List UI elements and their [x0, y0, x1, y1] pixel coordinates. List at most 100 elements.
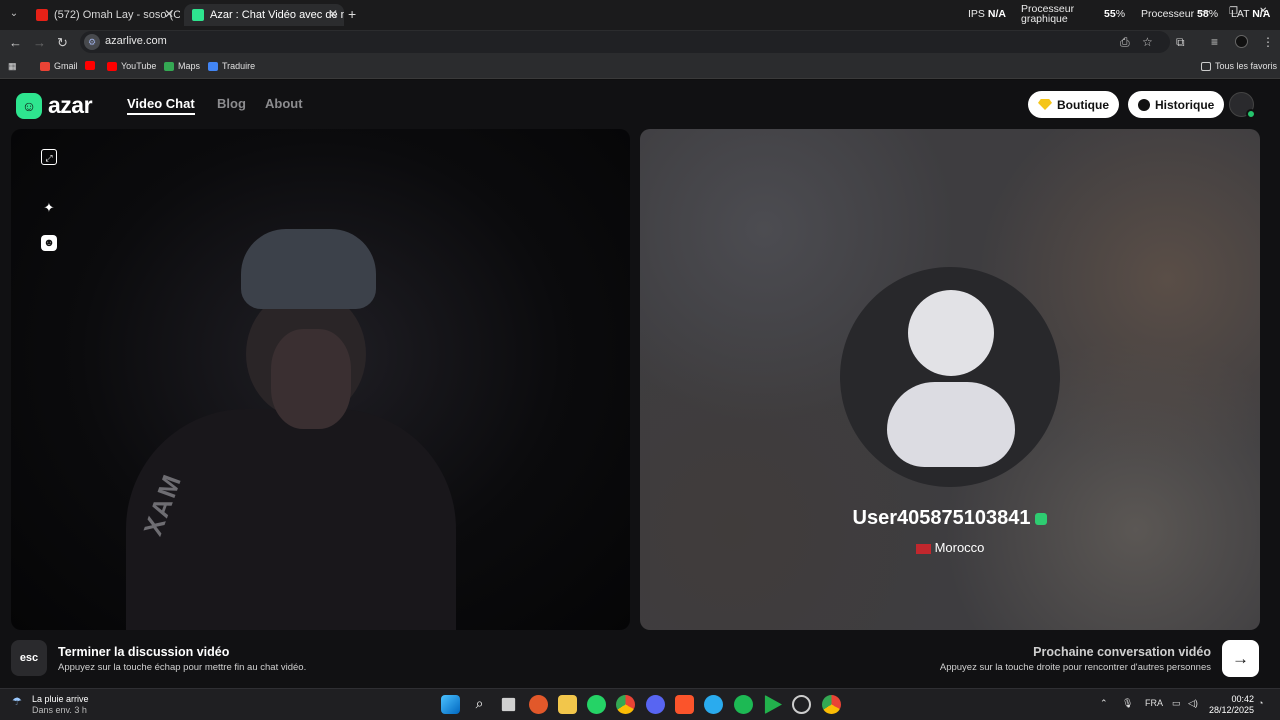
partner-country-text: Morocco — [934, 540, 985, 555]
translate-icon — [208, 61, 218, 71]
verified-badge-icon — [1035, 512, 1048, 525]
morocco-flag-icon — [915, 543, 931, 554]
azar-page: ☺ azar Video Chat Blog About Boutique Hi… — [0, 80, 1280, 688]
hud-gpu-unit: % — [1115, 8, 1126, 20]
tab-youtube[interactable]: (572) Omah Lay - soso (Offi ✕ — [28, 4, 180, 26]
azar-logo[interactable]: ☺ azar — [16, 92, 93, 119]
local-video-person: XAM — [126, 229, 456, 630]
windows-start-icon[interactable] — [441, 695, 460, 714]
hud-ips: IPS N/A — [968, 8, 1006, 20]
hud-gpu-label: Processeur graphique — [1021, 4, 1074, 25]
system-clock[interactable]: 00:42 28/12/2025 — [1209, 694, 1254, 716]
microphone-icon[interactable]: 🎙 — [1122, 698, 1133, 709]
effects-sparkle-icon[interactable]: ✦ — [41, 200, 57, 216]
hud-ips-value: N/A — [987, 8, 1006, 20]
all-bookmarks[interactable]: Tous les favoris — [1201, 61, 1277, 71]
notifications-icon[interactable]: ◔ — [1258, 698, 1263, 708]
bookmark-label: Gmail — [54, 61, 78, 71]
nav-video-chat[interactable]: Video Chat — [127, 96, 195, 115]
restore-icon[interactable]: ❐ — [1229, 6, 1238, 17]
gmail-icon — [40, 61, 50, 71]
bookmark-youtube-icon-only[interactable] — [85, 61, 95, 70]
forward-icon[interactable]: → — [33, 35, 46, 50]
url-text[interactable]: azarlive.com — [105, 35, 167, 47]
install-app-icon[interactable]: ⎙ — [1120, 35, 1130, 50]
partner-video-panel: User405875103841 Morocco — [640, 129, 1260, 630]
clock-icon — [1138, 98, 1150, 111]
close-tab-icon[interactable]: ✕ — [328, 7, 338, 21]
person-body — [126, 409, 456, 630]
partner-username-text: User405875103841 — [852, 507, 1031, 529]
extensions-icon[interactable]: ⧉ — [1176, 35, 1185, 50]
browser-toolbar: ← → ↻ ⚙ azarlive.com ⎙ ☆ ⧉ ≡ ⋮ — [0, 30, 1280, 55]
hud-cpu-unit: % — [1208, 8, 1219, 20]
back-icon[interactable]: ← — [9, 35, 22, 50]
youtube-icon — [107, 61, 117, 71]
search-icon[interactable]: ⌕ — [470, 695, 489, 714]
whatsapp-icon[interactable] — [587, 695, 606, 714]
minimize-icon[interactable]: — — [1199, 6, 1209, 17]
task-view-icon[interactable] — [501, 697, 516, 712]
chrome-icon[interactable] — [616, 695, 635, 714]
hud-ips-label: IPS — [968, 8, 985, 20]
historique-button[interactable]: Historique — [1128, 91, 1225, 118]
browser-titlebar: ⌄ (572) Omah Lay - soso (Offi ✕ Azar : C… — [0, 0, 1280, 30]
folder-icon — [1201, 61, 1211, 71]
person-cap — [241, 229, 376, 309]
volume-icon[interactable]: ◁) — [1188, 698, 1198, 709]
nav-blog[interactable]: Blog — [217, 96, 246, 111]
weather-title: La pluie arrive — [32, 694, 89, 704]
app-icon-circle[interactable] — [792, 695, 811, 714]
clock-time: 00:42 — [1231, 694, 1255, 704]
bookmark-gmail[interactable]: Gmail — [40, 61, 78, 71]
bookmark-youtube[interactable]: YouTube — [107, 61, 156, 71]
partner-country: Morocco — [640, 540, 1260, 555]
close-tab-icon[interactable]: ✕ — [164, 7, 174, 21]
window-close-icon[interactable]: ✕ — [1259, 6, 1267, 17]
rain-cloud-icon: ☂ — [12, 696, 22, 708]
partner-username: User405875103841 — [640, 507, 1260, 530]
menu-kebab-icon[interactable]: ⋮ — [1262, 35, 1274, 49]
face-filter-icon[interactable]: ☻ — [41, 235, 57, 251]
swap-camera-icon[interactable]: ⤢ — [41, 149, 57, 165]
app-icon-orange[interactable] — [529, 695, 548, 714]
site-info-icon[interactable]: ⚙ — [84, 34, 100, 50]
maps-icon — [164, 61, 174, 71]
brave-icon[interactable] — [675, 695, 694, 714]
reload-icon[interactable]: ↻ — [57, 35, 68, 51]
media-control-icon[interactable]: ≡ — [1211, 35, 1218, 49]
youtube-icon — [85, 61, 95, 70]
network-icon[interactable]: ▭ — [1172, 698, 1181, 709]
new-tab-icon[interactable]: + — [348, 6, 356, 22]
bookmark-traduire[interactable]: Traduire — [208, 61, 255, 71]
language-indicator[interactable]: FRA — [1145, 698, 1163, 708]
telegram-icon[interactable] — [704, 695, 723, 714]
azar-favicon-icon — [192, 9, 204, 21]
file-explorer-icon[interactable] — [558, 695, 577, 714]
bookmark-star-icon[interactable]: ☆ — [1142, 35, 1153, 49]
tab-search-icon[interactable]: ⌄ — [6, 6, 22, 22]
weather-subtitle: Dans env. 3 h — [32, 705, 87, 715]
user-avatar[interactable] — [1229, 92, 1256, 119]
boutique-button[interactable]: Boutique — [1028, 91, 1119, 118]
hud-cpu-label: Processeur — [1141, 8, 1195, 20]
next-chat-subtitle: Appuyez sur la touche droite pour rencon… — [939, 662, 1211, 673]
app-icon-green[interactable] — [764, 695, 782, 714]
profile-avatar-icon[interactable] — [1235, 35, 1248, 48]
next-chat-button[interactable]: → — [1222, 640, 1259, 677]
spotify-icon[interactable] — [734, 695, 753, 714]
esc-end-button[interactable]: esc — [11, 640, 47, 676]
nav-about[interactable]: About — [265, 96, 303, 111]
apps-grid-icon[interactable]: ▦ — [8, 61, 17, 72]
address-bar[interactable]: ⚙ azarlive.com — [80, 31, 1170, 53]
clock-date: 28/12/2025 — [1209, 705, 1255, 715]
end-chat-title: Terminer la discussion vidéo — [58, 645, 230, 659]
tab-azar[interactable]: Azar : Chat Vidéo avec de n ✕ — [184, 4, 344, 26]
chrome-alt-icon[interactable] — [822, 695, 841, 714]
avatar-body-icon — [887, 382, 1015, 467]
next-chat-title: Prochaine conversation vidéo — [1033, 645, 1211, 659]
discord-icon[interactable] — [646, 695, 665, 714]
partner-avatar — [840, 267, 1060, 487]
show-hidden-icons-icon[interactable]: ⌃ — [1100, 698, 1108, 709]
bookmark-maps[interactable]: Maps — [164, 61, 200, 71]
